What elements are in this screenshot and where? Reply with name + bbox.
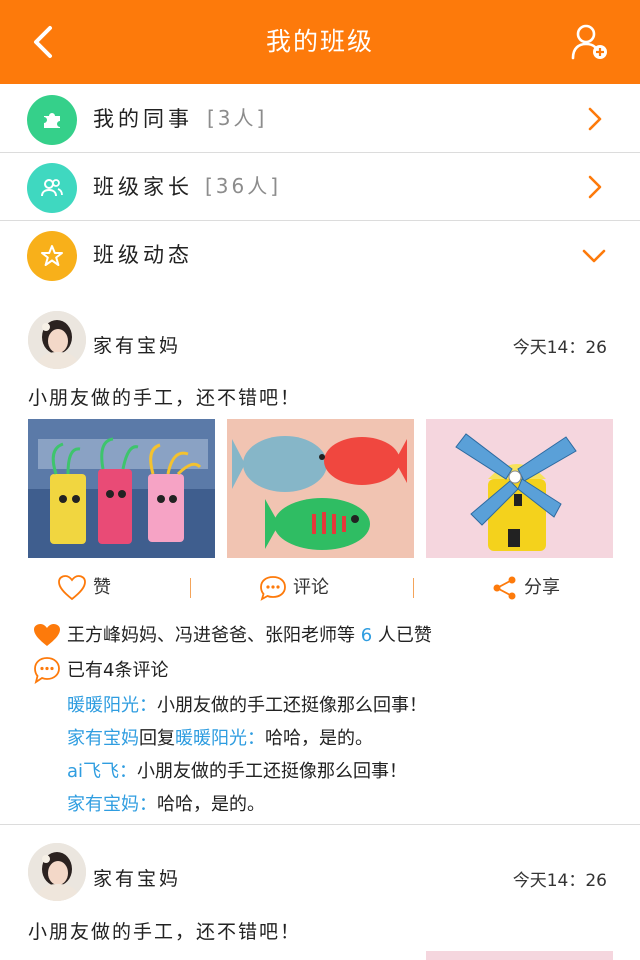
menu-count: [36人] xyxy=(205,174,282,198)
commenter-name[interactable]: ai飞飞： xyxy=(67,761,137,782)
post-author: 家有宝妈 xyxy=(93,335,182,357)
commenter-name[interactable]: 暖暖阳光： xyxy=(67,695,157,716)
comment-item[interactable]: 暖暖阳光：小朋友做的手工还挺像那么回事！ xyxy=(67,691,427,717)
likes-names: 王方峰妈妈、冯进爸爸、张阳老师等 xyxy=(67,625,355,646)
commenter-name[interactable]: 家有宝妈： xyxy=(67,794,157,815)
menu-label: 班级家长 xyxy=(93,175,193,199)
page-title: 我的班级 xyxy=(265,27,374,56)
puzzle-icon xyxy=(27,95,77,145)
menu-row-parents[interactable]: 班级家长 [36人] xyxy=(0,153,640,221)
reply-word: 回复 xyxy=(139,728,175,749)
comment-item[interactable]: 家有宝妈回复暖暖阳光：哈哈，是的。 xyxy=(67,724,373,750)
comment-text: 哈哈，是的。 xyxy=(265,728,373,749)
users-icon xyxy=(27,163,77,213)
post-photo[interactable] xyxy=(28,419,215,558)
chevron-down-icon xyxy=(582,249,606,263)
post-photo[interactable] xyxy=(227,419,414,558)
comment-text: 小朋友做的手工还挺像那么回事！ xyxy=(137,761,408,782)
post-photo[interactable] xyxy=(426,419,613,558)
share-label: 分享 xyxy=(524,577,560,598)
like-label: 赞 xyxy=(93,577,111,598)
heart-outline-icon xyxy=(58,575,86,601)
comment-item[interactable]: 家有宝妈：哈哈，是的。 xyxy=(67,790,265,816)
heart-filled-icon xyxy=(34,624,60,646)
comment-item[interactable]: ai飞飞：小朋友做的手工还挺像那么回事！ xyxy=(67,757,407,783)
chevron-right-icon xyxy=(588,175,602,199)
action-divider xyxy=(190,578,191,598)
feed-post: 家有宝妈 今天14：26 小朋友做的手工，还不错吧！ xyxy=(0,288,640,824)
comment-text: 哈哈，是的。 xyxy=(157,794,265,815)
chevron-right-icon xyxy=(588,107,602,131)
comment-icon xyxy=(260,576,286,601)
star-badge-icon xyxy=(27,231,77,281)
add-user-icon[interactable] xyxy=(570,22,610,62)
likes-count: 6 xyxy=(360,625,373,646)
menu-row-colleagues[interactable]: 我的同事 [3人] xyxy=(0,85,640,153)
menu-count: [3人] xyxy=(207,106,268,130)
comment-label: 评论 xyxy=(293,577,329,598)
feed-post: 家有宝妈 今天14：26 小朋友做的手工，还不错吧！ xyxy=(0,825,640,960)
action-divider xyxy=(413,578,414,598)
post-actions: 赞 评论 分享 xyxy=(0,568,640,608)
commenter-name[interactable]: 家有宝妈 xyxy=(67,728,139,749)
comment-text: 小朋友做的手工还挺像那么回事！ xyxy=(157,695,427,716)
app-header: 我的班级 xyxy=(0,0,640,84)
comment-icon xyxy=(34,657,60,684)
menu-row-class-feed[interactable]: 班级动态 xyxy=(0,221,640,289)
post-time: 今天14：26 xyxy=(512,338,607,358)
reply-target-name[interactable]: 暖暖阳光： xyxy=(175,728,265,749)
post-content: 小朋友做的手工，还不错吧！ xyxy=(28,921,302,943)
post-time: 今天14：26 xyxy=(512,871,607,891)
post-photo[interactable] xyxy=(426,951,613,960)
post-author: 家有宝妈 xyxy=(93,868,182,890)
post-content: 小朋友做的手工，还不错吧！ xyxy=(28,387,302,409)
avatar[interactable] xyxy=(28,843,86,901)
likes-suffix: 人已赞 xyxy=(377,625,432,646)
share-icon xyxy=(493,576,516,600)
menu-label: 我的同事 xyxy=(93,107,193,131)
avatar[interactable] xyxy=(28,311,86,369)
menu-label: 班级动态 xyxy=(93,243,193,267)
